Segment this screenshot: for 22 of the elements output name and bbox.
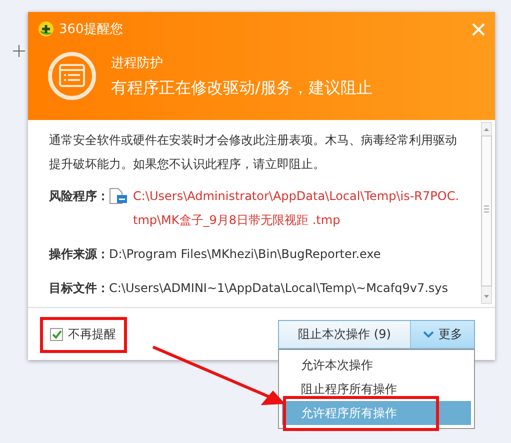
checkbox-label[interactable]: 不再提醒 <box>68 326 116 342</box>
field-label: 操作来源： <box>49 246 109 263</box>
list-icon <box>47 51 97 101</box>
crosshair-icon <box>13 45 25 57</box>
more-button[interactable]: 更多 <box>410 320 474 348</box>
close-icon[interactable] <box>472 22 485 36</box>
field-value: C:\Users\ADMINI~1\AppData\Local\Temp\~Mcafq9v7.sys <box>109 280 449 297</box>
file-icon <box>109 188 129 204</box>
field-label: 风险程序： <box>49 188 109 205</box>
menu-item[interactable]: 允许本次操作 <box>282 352 471 376</box>
field-value: D:\Program Files\MKhezi\Bin\BugReporter.exe <box>109 246 382 263</box>
logo-icon <box>38 21 54 37</box>
category-label: 进程防护 <box>111 54 164 72</box>
block-button[interactable]: 阻止本次操作 (9) <box>279 320 410 348</box>
description-text: 通常安全软件或硬件在安装时才会修改此注册表项。木马、病毒经常利用驱动提升破坏能力。如果您不认识此程序，请立即阻止。 <box>49 132 458 173</box>
window-title: 360提醒您 <box>59 21 124 38</box>
checkbox[interactable] <box>50 328 63 340</box>
scrollbar[interactable] <box>481 122 492 304</box>
chevron-icon <box>422 330 434 338</box>
field-label: 目标文件： <box>49 280 109 297</box>
menu-item[interactable]: 阻止程序所有操作 <box>282 376 471 400</box>
alert-headline: 有程序正在修改驱动/服务，建议阻止 <box>111 78 372 98</box>
